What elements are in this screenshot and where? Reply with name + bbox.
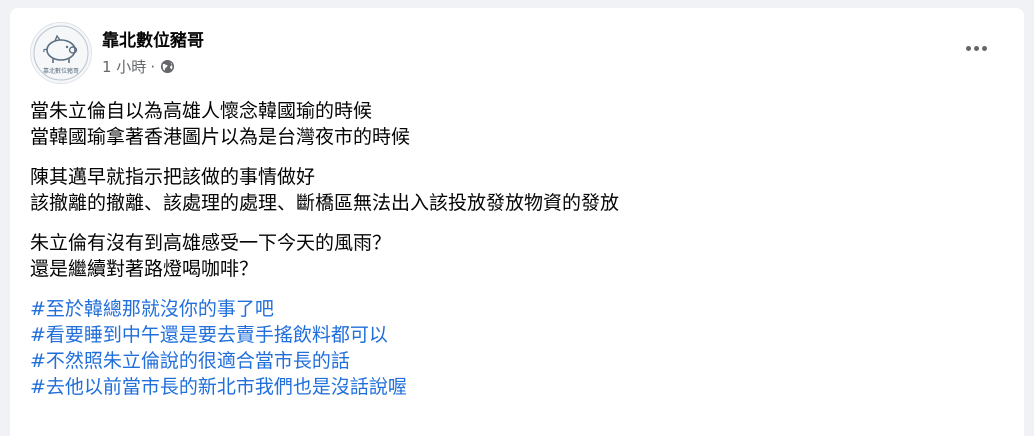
page-name[interactable]: 靠北數位豬哥	[102, 26, 204, 51]
hashtag-link[interactable]: #去他以前當市長的新北市我們也是沒話說喔	[30, 374, 1004, 400]
meta-separator: ·	[150, 57, 156, 76]
post-text-line: 該撤離的撤離、該處理的處理、斷橋區無法出入該投放發放物資的發放	[30, 192, 620, 214]
post-body: 當朱立倫自以為高雄人懷念韓國瑜的時候 當韓國瑜拿著香港圖片以為是台灣夜市的時候 …	[30, 98, 1004, 414]
more-dot	[973, 45, 979, 51]
post-paragraph: 朱立倫有沒有到高雄感受一下今天的風雨？ 還是繼續對著路燈喝咖啡？	[30, 230, 1004, 282]
post-paragraph: 陳其邁早就指示把該做的事情做好 該撤離的撤離、該處理的處理、斷橋區無法出入該投放…	[30, 164, 1004, 216]
post-paragraph: 當朱立倫自以為高雄人懷念韓國瑜的時候 當韓國瑜拿著香港圖片以為是台灣夜市的時候	[30, 98, 1004, 150]
post-header: 靠北數位豬哥 靠北數位豬哥 1 小時 ·	[10, 8, 1024, 88]
hashtag-link[interactable]: #不然照朱立倫說的很適合當市長的話	[30, 348, 1004, 374]
post-text-line: 當韓國瑜拿著香港圖片以為是台灣夜市的時候	[30, 126, 411, 148]
hashtag-list: #至於韓總那就沒你的事了吧 #看要睡到中午還是要去賣手搖飲料都可以 #不然照朱立…	[30, 296, 1004, 400]
post-text-line: 陳其邁早就指示把該做的事情做好	[30, 166, 316, 188]
more-dot	[965, 45, 971, 51]
globe-icon[interactable]	[160, 59, 175, 74]
svg-text:靠北數位豬哥: 靠北數位豬哥	[43, 67, 79, 75]
post-meta: 1 小時 ·	[102, 56, 175, 77]
pig-logo-icon: 靠北數位豬哥	[33, 25, 89, 81]
page-avatar[interactable]: 靠北數位豬哥	[30, 22, 92, 84]
hashtag-link[interactable]: #至於韓總那就沒你的事了吧	[30, 296, 1004, 322]
post-text-line: 當朱立倫自以為高雄人懷念韓國瑜的時候	[30, 100, 373, 122]
post-card: 靠北數位豬哥 靠北數位豬哥 1 小時 · 當朱立倫自以為高雄人懷念韓國瑜的時候 …	[10, 8, 1024, 436]
post-timestamp[interactable]: 1 小時	[102, 56, 146, 77]
more-dot	[981, 45, 987, 51]
more-options-icon[interactable]	[958, 36, 994, 60]
hashtag-link[interactable]: #看要睡到中午還是要去賣手搖飲料都可以	[30, 322, 1004, 348]
post-text-line: 朱立倫有沒有到高雄感受一下今天的風雨？	[30, 232, 392, 254]
post-text-line: 還是繼續對著路燈喝咖啡？	[30, 258, 259, 280]
